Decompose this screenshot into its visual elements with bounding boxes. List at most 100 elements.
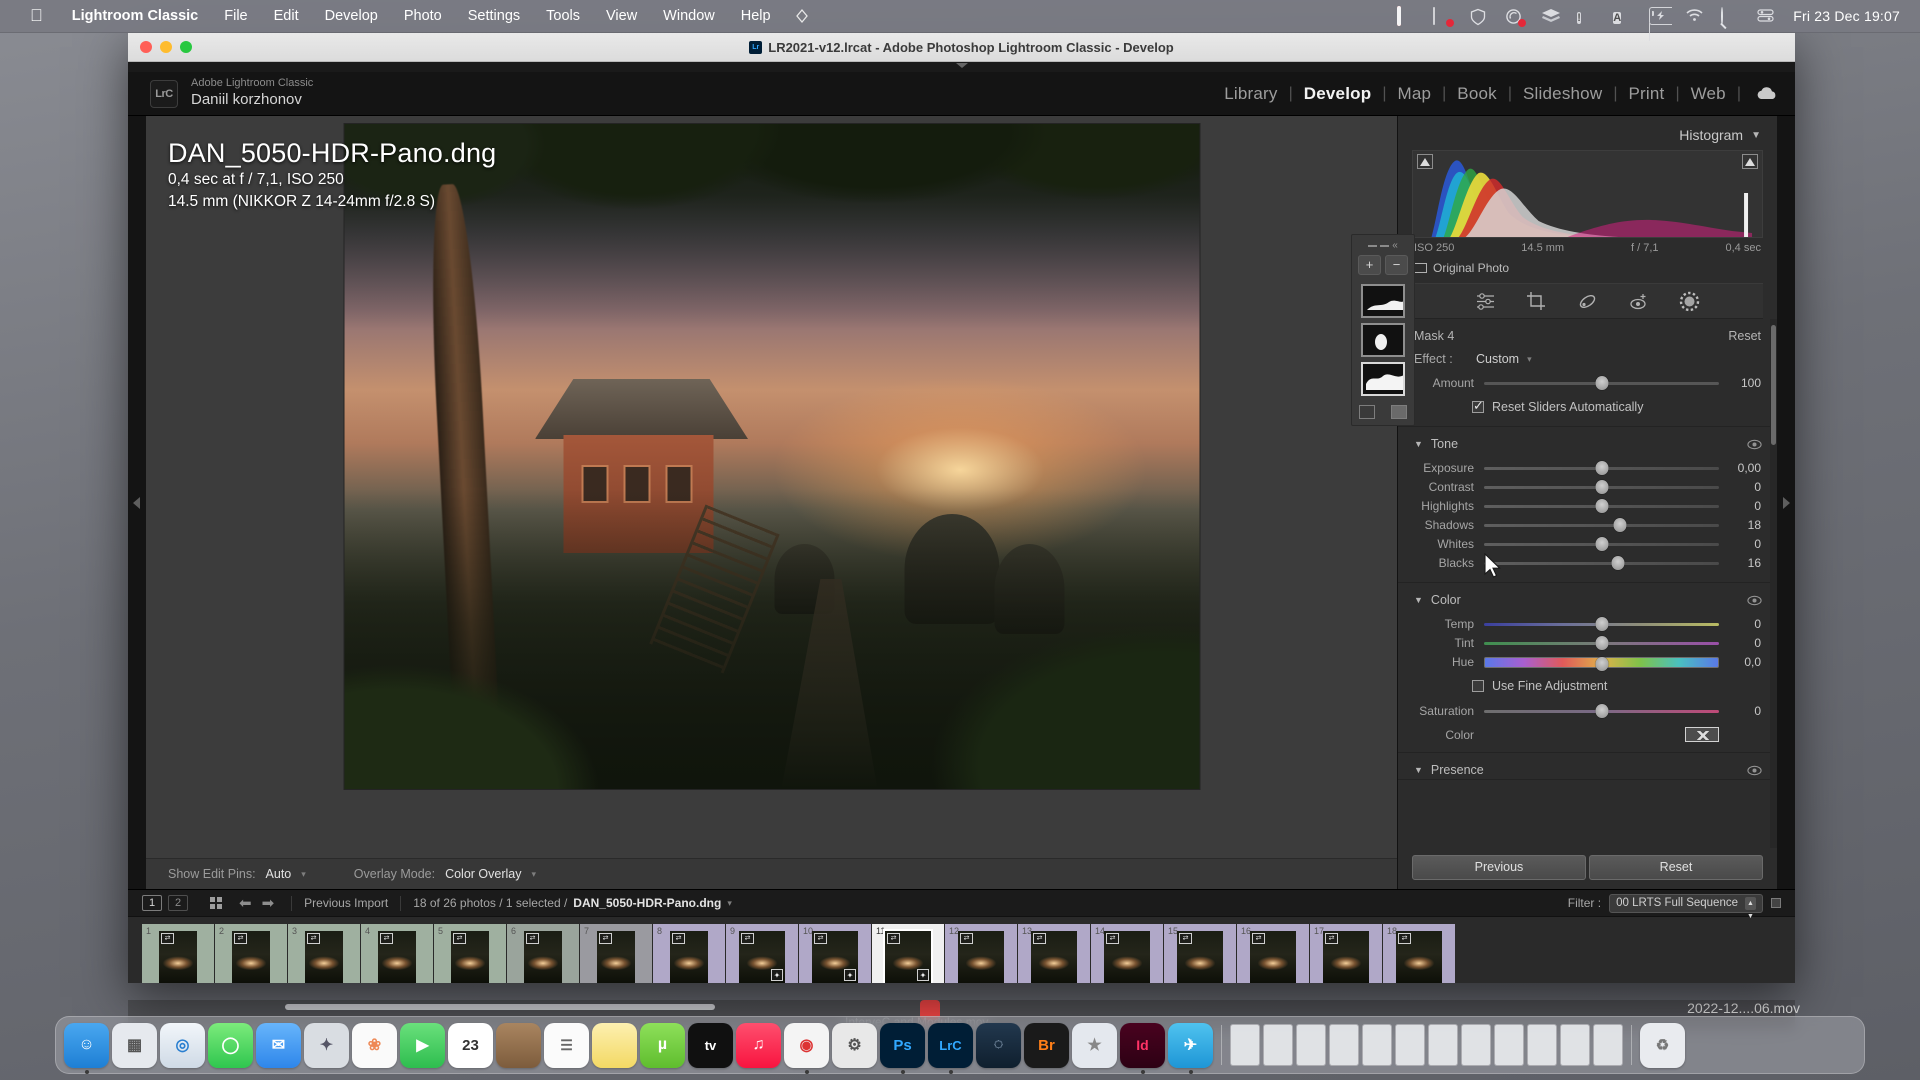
list-item[interactable]: 9 ⇄ ✦	[726, 923, 798, 983]
shadows-value[interactable]: 18	[1719, 518, 1761, 532]
dock-app-calendar[interactable]: 23	[448, 1022, 493, 1068]
dock-app-photoshop[interactable]: Ps	[880, 1022, 925, 1068]
right-panel-collapse-gutter[interactable]	[1777, 116, 1795, 889]
saturation-knob[interactable]	[1595, 703, 1608, 718]
whites-value[interactable]: 0	[1719, 537, 1761, 551]
presence-section-header[interactable]: ▼ Presence	[1414, 761, 1762, 777]
dock-app-folder[interactable]	[496, 1022, 541, 1068]
dock-window-preview[interactable]	[1527, 1024, 1557, 1066]
module-book[interactable]: Book	[1446, 84, 1508, 104]
mask-thumb-1[interactable]	[1361, 284, 1405, 318]
menu-item-tools[interactable]: Tools	[533, 8, 593, 24]
menu-item-settings[interactable]: Settings	[455, 8, 533, 24]
hue-knob[interactable]	[1595, 656, 1608, 671]
dock-window-preview[interactable]	[1263, 1024, 1293, 1066]
histogram-collapse-icon[interactable]: ▼	[1751, 130, 1761, 141]
basic-adjust-icon[interactable]	[1475, 291, 1496, 312]
histogram-header[interactable]: Histogram ▼	[1412, 124, 1763, 150]
contrast-track[interactable]	[1484, 479, 1719, 494]
histogram-graph[interactable]	[1412, 150, 1763, 238]
color-section-header[interactable]: ▼ Color	[1414, 591, 1762, 614]
mask-strip-header[interactable]: «	[1352, 241, 1414, 251]
dock-window-preview[interactable]	[1296, 1024, 1326, 1066]
tone-section-header[interactable]: ▼ Tone	[1414, 435, 1762, 458]
dock-app-launchpad[interactable]: ▦	[112, 1022, 157, 1068]
dock-window-preview[interactable]	[1593, 1024, 1623, 1066]
color-visibility-eye-icon[interactable]	[1747, 595, 1762, 606]
list-item[interactable]: 13 ⇄	[1018, 923, 1090, 983]
view-screen-1-button[interactable]: 1	[142, 895, 162, 911]
list-item[interactable]: 12 ⇄	[945, 923, 1017, 983]
contrast-value[interactable]: 0	[1719, 480, 1761, 494]
invert-mask-icon[interactable]	[1391, 405, 1407, 419]
photo-canvas[interactable]: DAN_5050-HDR-Pano.dng 0,4 sec at f / 7,1…	[146, 116, 1397, 858]
filmstrip-thumbnail[interactable]: ⇄ ✦	[812, 930, 858, 983]
color-collapse-icon[interactable]: ▼	[1414, 595, 1423, 605]
dock-window-preview[interactable]	[1560, 1024, 1590, 1066]
amount-value[interactable]: 100	[1719, 376, 1761, 390]
filmstrip-thumbnail[interactable]: ⇄	[1396, 930, 1442, 983]
dock-app-apple-tv[interactable]: tv	[688, 1022, 733, 1068]
dock-window-preview[interactable]	[1428, 1024, 1458, 1066]
filmstrip-thumbnail[interactable]: ⇄	[524, 930, 562, 983]
presence-visibility-eye-icon[interactable]	[1747, 765, 1762, 776]
highlights-knob[interactable]	[1595, 498, 1608, 513]
dock-window-preview[interactable]	[1230, 1024, 1260, 1066]
shadow-clipping-indicator[interactable]	[1417, 154, 1433, 169]
module-print[interactable]: Print	[1617, 84, 1675, 104]
filmstrip-thumbnail[interactable]: ⇄	[378, 930, 416, 983]
overlay-mode-caret-icon[interactable]: ▾	[532, 869, 537, 880]
dock-app-telegram[interactable]: ✈	[1168, 1022, 1213, 1068]
list-item[interactable]: 7 ⇄	[580, 923, 652, 983]
list-item[interactable]: 4 ⇄	[361, 923, 433, 983]
module-develop[interactable]: Develop	[1293, 84, 1383, 104]
alert-icon[interactable]: !	[1577, 8, 1596, 25]
filmstrip-thumbnail[interactable]: ⇄	[1250, 930, 1296, 983]
dock-window-preview[interactable]	[1329, 1024, 1359, 1066]
saturation-value[interactable]: 0	[1719, 704, 1761, 718]
search-icon[interactable]	[1721, 6, 1740, 25]
tint-track[interactable]	[1484, 635, 1719, 650]
fine-adjustment-row[interactable]: Use Fine Adjustment	[1414, 671, 1761, 695]
exposure-knob[interactable]	[1595, 460, 1608, 475]
saturation-track[interactable]	[1484, 703, 1719, 718]
hue-value[interactable]: 0,0	[1719, 655, 1761, 669]
remove-mask-button[interactable]: −	[1385, 255, 1408, 275]
filmstrip-thumbnail-selected[interactable]: ⇄ ✦	[885, 930, 931, 983]
identity-plate[interactable]: Adobe Lightroom Classic Daniil korzhonov	[191, 77, 313, 110]
filmstrip-thumbnail[interactable]: ⇄	[159, 930, 197, 983]
slider-row-whites[interactable]: Whites 0	[1414, 534, 1761, 553]
left-panel-collapse-gutter[interactable]	[128, 116, 146, 889]
contrast-knob[interactable]	[1595, 479, 1608, 494]
hue-track[interactable]	[1484, 655, 1719, 671]
filmstrip-thumbnail[interactable]: ⇄	[597, 930, 635, 983]
add-mask-button[interactable]: +	[1358, 255, 1381, 275]
collapse-top-caret-icon[interactable]	[955, 63, 968, 68]
fine-adjustment-checkbox[interactable]	[1472, 680, 1484, 692]
list-item[interactable]: 3 ⇄	[288, 923, 360, 983]
filmstrip-source[interactable]: Previous Import	[304, 896, 388, 910]
dock-app-lightroom[interactable]: LrC	[928, 1022, 973, 1068]
filmstrip-thumbnail[interactable]: ⇄	[1104, 930, 1150, 983]
module-slideshow[interactable]: Slideshow	[1512, 84, 1613, 104]
control-center-icon[interactable]	[1757, 8, 1776, 25]
tint-value[interactable]: 0	[1719, 636, 1761, 650]
menu-item-view[interactable]: View	[593, 8, 650, 24]
amount-slider-knob[interactable]	[1595, 375, 1608, 390]
dock-trash[interactable]: ♻	[1640, 1022, 1685, 1068]
filmstrip-filename[interactable]: DAN_5050-HDR-Pano.dng	[573, 896, 721, 910]
view-screen-2-button[interactable]: 2	[168, 895, 188, 911]
reset-sliders-row[interactable]: Reset Sliders Automatically	[1414, 392, 1761, 416]
list-item[interactable]: 15 ⇄	[1164, 923, 1236, 983]
highlight-clipping-indicator[interactable]	[1742, 154, 1758, 169]
list-item[interactable]: 14 ⇄	[1091, 923, 1163, 983]
slider-row-blacks[interactable]: Blacks 16	[1414, 553, 1761, 572]
dock-app-utorrent[interactable]: µ	[640, 1022, 685, 1068]
list-item[interactable]: 18 ⇄	[1383, 923, 1455, 983]
original-photo-toggle[interactable]: Original Photo	[1412, 254, 1763, 283]
dock-window-preview[interactable]	[1461, 1024, 1491, 1066]
dock-app-reminders[interactable]: ☰	[544, 1022, 589, 1068]
back-arrow-icon[interactable]: ⬅	[234, 894, 257, 912]
dock-app-preview[interactable]: ◌	[976, 1022, 1021, 1068]
amount-slider-row[interactable]: Amount 100	[1414, 373, 1761, 392]
